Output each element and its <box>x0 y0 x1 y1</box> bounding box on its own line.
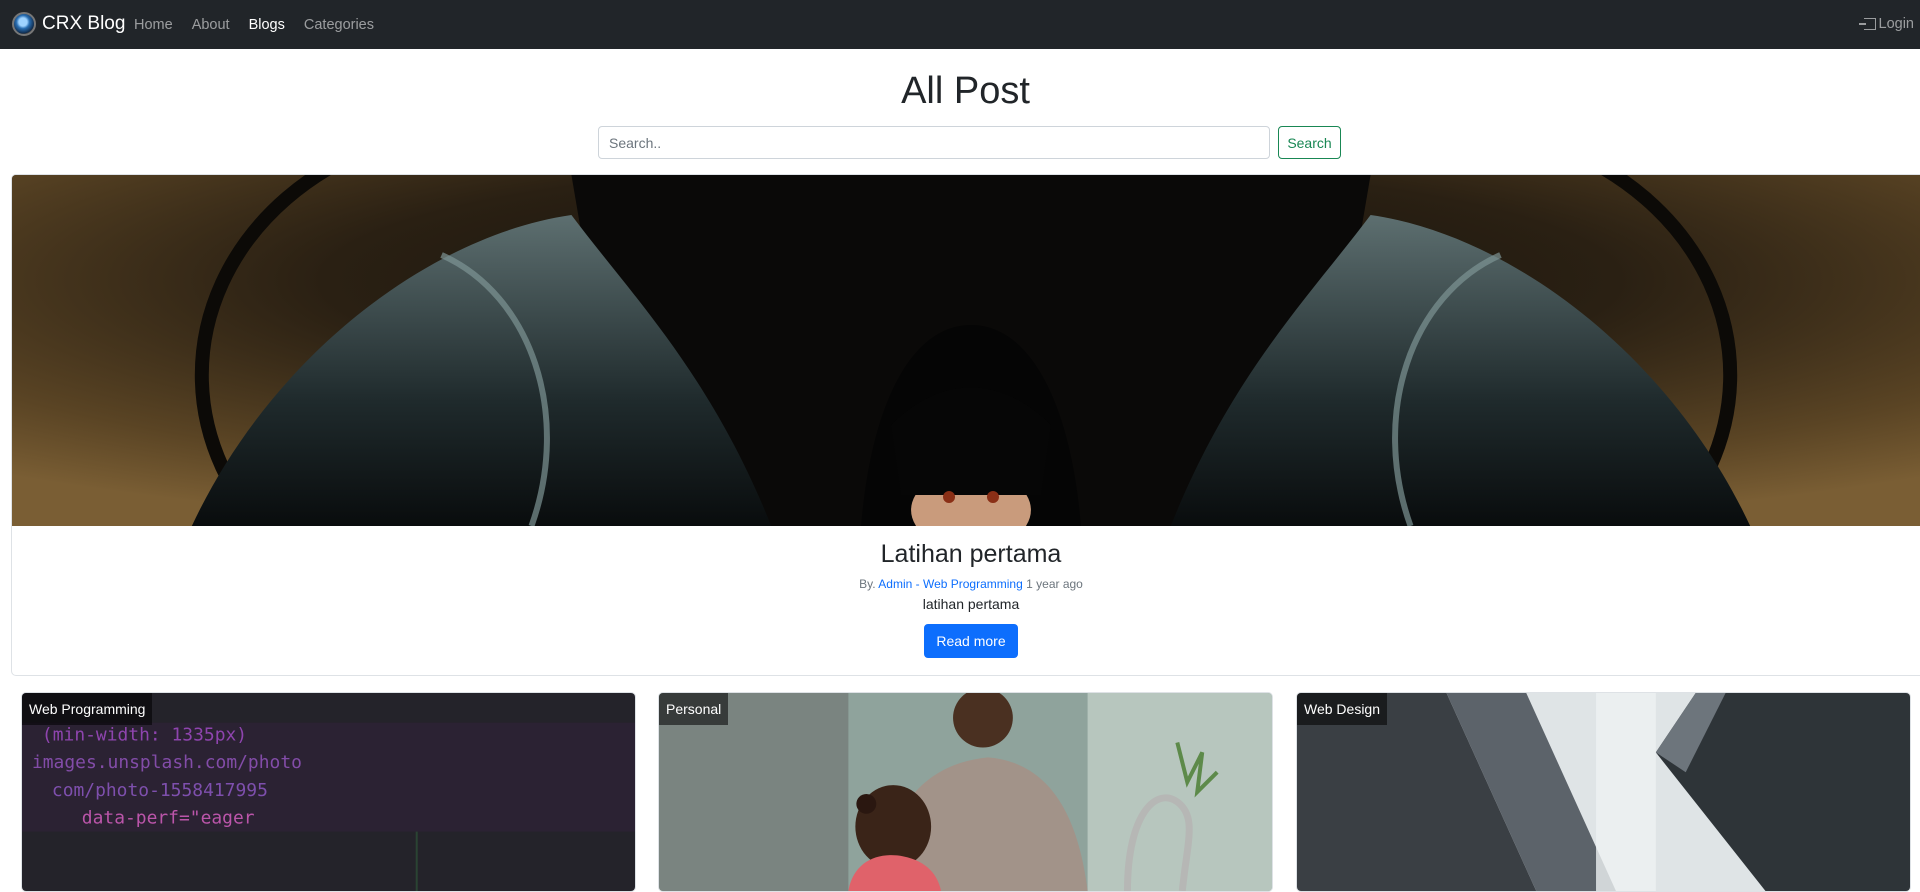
post-image[interactable] <box>659 693 1272 891</box>
featured-post-excerpt: latihan pertama <box>922 596 1020 612</box>
nav-link-categories[interactable]: Categories <box>304 17 383 33</box>
brand-name: CRX Blog <box>42 13 126 34</box>
brand-link[interactable]: CRX Blog <box>12 12 125 36</box>
search-form: Search <box>598 126 1341 159</box>
post-card[interactable]: Personal <box>658 692 1273 892</box>
page-title: All Post <box>901 70 1030 112</box>
nav-links: Home About Blogs Categories <box>134 0 393 49</box>
meta-by: By. <box>859 577 876 591</box>
category-badge[interactable]: Web Programming <box>22 693 153 725</box>
login-link[interactable]: Login <box>1858 16 1914 32</box>
login-label: Login <box>1878 16 1914 32</box>
brand-logo-icon <box>12 12 36 36</box>
featured-post-image[interactable] <box>12 175 1920 526</box>
meta-separator: - <box>915 577 920 591</box>
read-more-button[interactable]: Read more <box>924 624 1018 658</box>
code-line-3: com/photo-1558417995 <box>52 780 268 801</box>
featured-post-meta: By. Admin - Web Programming 1 year ago <box>12 577 1920 591</box>
post-card[interactable]: Web Design <box>1296 692 1911 892</box>
featured-post-title[interactable]: Latihan pertama <box>12 540 1920 569</box>
code-line-1: (min-width: 1335px) <box>42 725 247 746</box>
post-image[interactable] <box>1297 693 1910 891</box>
category-link[interactable]: Web Programming <box>923 577 1023 591</box>
post-time: 1 year ago <box>1026 577 1083 591</box>
post-cards: Web Programming (min-width: 1335px) imag… <box>21 692 1911 892</box>
nav-link-home[interactable]: Home <box>134 17 182 33</box>
post-card[interactable]: Web Programming (min-width: 1335px) imag… <box>21 692 636 892</box>
code-line-4: data-perf="eager <box>82 808 255 829</box>
code-line-2: images.unsplash.com/photo <box>32 752 302 773</box>
author-link[interactable]: Admin <box>878 577 912 591</box>
navbar: CRX Blog Home About Blogs Categories Log… <box>0 0 1920 49</box>
search-input[interactable] <box>598 126 1270 159</box>
search-button[interactable]: Search <box>1278 126 1341 159</box>
nav-link-about[interactable]: About <box>192 17 239 33</box>
nav-link-blogs[interactable]: Blogs <box>249 17 294 33</box>
login-icon <box>1858 18 1876 30</box>
category-badge[interactable]: Web Design <box>1297 693 1388 725</box>
category-badge[interactable]: Personal <box>659 693 729 725</box>
featured-post-card: Latihan pertama By. Admin - Web Programm… <box>11 174 1920 676</box>
featured-post-body: Latihan pertama By. Admin - Web Programm… <box>12 526 1920 658</box>
